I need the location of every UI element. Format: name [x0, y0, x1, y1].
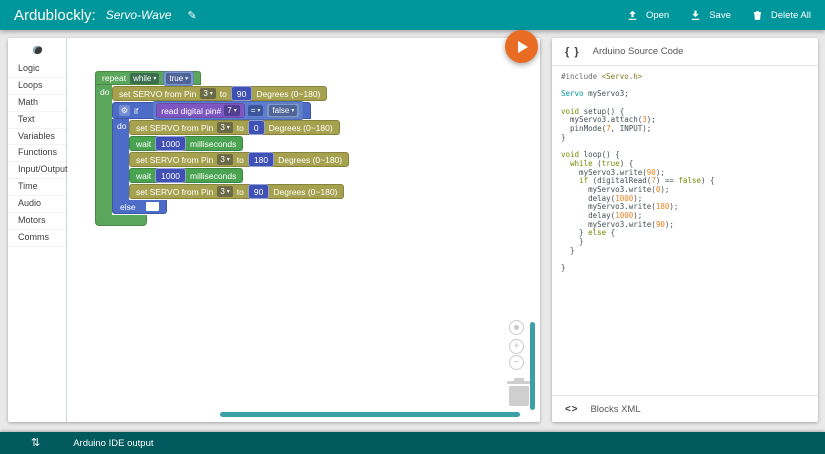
servo-write-block[interactable]: set SERVO from Pin3to90Degrees (0~180)	[112, 86, 327, 101]
toolbox-category-audio[interactable]: Audio	[8, 196, 66, 213]
zoom-center-button[interactable]	[509, 320, 524, 335]
blocks-xml-header[interactable]: < > Blocks XML	[552, 395, 818, 422]
repeat-block-header[interactable]: repeat while true	[95, 71, 201, 85]
servo-write-block[interactable]: set SERVO from Pin3to180Degrees (0~180)	[129, 152, 349, 167]
code-panel-card: { } Arduino Source Code #include <Servo.…	[552, 38, 818, 422]
code-content: #include <Servo.h> Servo myServo3; void …	[552, 66, 818, 273]
else-row[interactable]: else	[112, 200, 167, 214]
toolbox-category-motors[interactable]: Motors	[8, 213, 66, 230]
toolbox-category-variables[interactable]: Variables	[8, 129, 66, 146]
servo-write-block[interactable]: set SERVO from Pin3to0Degrees (0~180)	[129, 120, 340, 135]
xml-tags-icon: < >	[565, 404, 576, 415]
toolbox-logo	[8, 38, 66, 61]
logic-compare-block[interactable]: read digital pin# 7 = false	[152, 101, 304, 120]
number-block[interactable]: 90	[231, 86, 252, 101]
wait-block[interactable]: wait1000milliseconds	[129, 168, 243, 183]
servo-write-block[interactable]: set SERVO from Pin3to90Degrees (0~180)	[129, 184, 344, 199]
ide-output-label: Arduino IDE output	[73, 438, 153, 449]
number-block[interactable]: 0	[248, 120, 265, 135]
wait-block[interactable]: wait1000milliseconds	[129, 136, 243, 151]
zoom-out-button[interactable]: −	[509, 355, 524, 370]
toolbox-category-functions[interactable]: Functions	[8, 145, 66, 162]
read-digital-pin-block[interactable]: read digital pin# 7	[156, 103, 244, 118]
compare-operator-dropdown[interactable]: =	[248, 105, 264, 116]
code-line	[561, 255, 818, 264]
header-actions: Open Save Delete All	[626, 9, 811, 22]
code-line: #include <Servo.h>	[561, 73, 818, 82]
code-line: }	[561, 247, 818, 256]
horizontal-scrollbar[interactable]	[220, 412, 520, 417]
download-icon	[689, 9, 702, 22]
play-icon	[518, 41, 528, 53]
toolbox-category-math[interactable]: Math	[8, 95, 66, 112]
if-do-label: do	[112, 119, 129, 200]
code-line: Servo myServo3;	[561, 90, 818, 99]
toolbox-category-logic[interactable]: Logic	[8, 61, 66, 78]
save-button[interactable]: Save	[689, 9, 731, 22]
code-line: }	[561, 264, 818, 273]
boolean-value-dropdown[interactable]: true	[166, 73, 191, 84]
open-button[interactable]: Open	[626, 9, 669, 22]
number-block[interactable]: 90	[248, 184, 269, 199]
code-line: pinMode(7, INPUT);	[561, 125, 818, 134]
repeat-body-first-row: set SERVO from Pin3to90Degrees (0~180)	[112, 86, 349, 101]
blocks-workspace-card: LogicLoopsMathTextVariablesFunctionsInpu…	[8, 38, 540, 422]
delete-all-button[interactable]: Delete All	[751, 9, 811, 22]
sketch-name[interactable]: Servo-Wave	[106, 8, 172, 22]
servo-pin-dropdown[interactable]: 3	[217, 154, 232, 165]
code-panel-title: Arduino Source Code	[593, 46, 684, 57]
edit-sketch-name-icon[interactable]: ✎	[188, 9, 197, 22]
code-line: } else {	[561, 229, 818, 238]
swap-vertical-icon: ⇅	[31, 438, 40, 449]
number-block[interactable]: 180	[248, 152, 274, 167]
toolbox-category-time[interactable]: Time	[8, 179, 66, 196]
servo-pin-dropdown[interactable]: 3	[217, 122, 232, 133]
run-sketch-fab[interactable]	[505, 30, 538, 63]
number-block[interactable]: 1000	[155, 168, 186, 183]
toolbox-category-input-output[interactable]: Input/Output	[8, 162, 66, 179]
logic-boolean-block[interactable]: true	[163, 71, 194, 86]
digital-pin-dropdown[interactable]: 7	[224, 105, 239, 116]
empty-statement-socket[interactable]	[146, 202, 159, 211]
repeat-do-label: do	[95, 85, 112, 215]
toolbox-category-comms[interactable]: Comms	[8, 230, 66, 247]
logic-false-block[interactable]: false	[266, 103, 300, 118]
if-block[interactable]: if read digital pin# 7 = false	[112, 102, 349, 214]
code-line: }	[561, 238, 818, 247]
toolbox: LogicLoopsMathTextVariablesFunctionsInpu…	[8, 38, 67, 422]
servo-pin-dropdown[interactable]: 3	[217, 186, 232, 197]
vertical-scrollbar[interactable]	[530, 322, 535, 410]
code-panel-header[interactable]: { } Arduino Source Code	[552, 38, 818, 66]
boolean-value-dropdown[interactable]: false	[269, 105, 297, 116]
number-block[interactable]: 1000	[155, 136, 186, 151]
app-header: Ardublockly: Servo-Wave ✎ Open Save Dele…	[0, 0, 825, 30]
blocks-xml-label: Blocks XML	[590, 404, 640, 415]
code-braces-icon: { }	[565, 46, 580, 58]
if-body-stack: set SERVO from Pin3to0Degrees (0~180)wai…	[129, 119, 349, 200]
toolbox-logo-icon	[33, 46, 42, 54]
ide-output-bar[interactable]: ⇅ Arduino IDE output	[0, 432, 825, 454]
repeat-block-foot[interactable]	[95, 215, 147, 226]
upload-icon	[626, 9, 639, 22]
app-title: Ardublockly:	[14, 7, 96, 24]
if-block-header[interactable]: if read digital pin# 7 = false	[112, 102, 311, 119]
zoom-in-button[interactable]: +	[509, 339, 524, 354]
repeat-mode-dropdown[interactable]: while	[130, 73, 159, 84]
mutator-gear-icon[interactable]	[119, 105, 130, 116]
toolbox-category-loops[interactable]: Loops	[8, 78, 66, 95]
repeat-block[interactable]: repeat while true do set SERVO from Pin3…	[95, 71, 349, 226]
block-canvas[interactable]: repeat while true do set SERVO from Pin3…	[67, 38, 540, 422]
toolbox-category-text[interactable]: Text	[8, 112, 66, 129]
workspace-trash-icon[interactable]	[506, 378, 532, 406]
code-line: }	[561, 134, 818, 143]
toolbox-categories: LogicLoopsMathTextVariablesFunctionsInpu…	[8, 61, 66, 247]
trash-icon	[751, 9, 764, 22]
servo-pin-dropdown[interactable]: 3	[200, 88, 215, 99]
